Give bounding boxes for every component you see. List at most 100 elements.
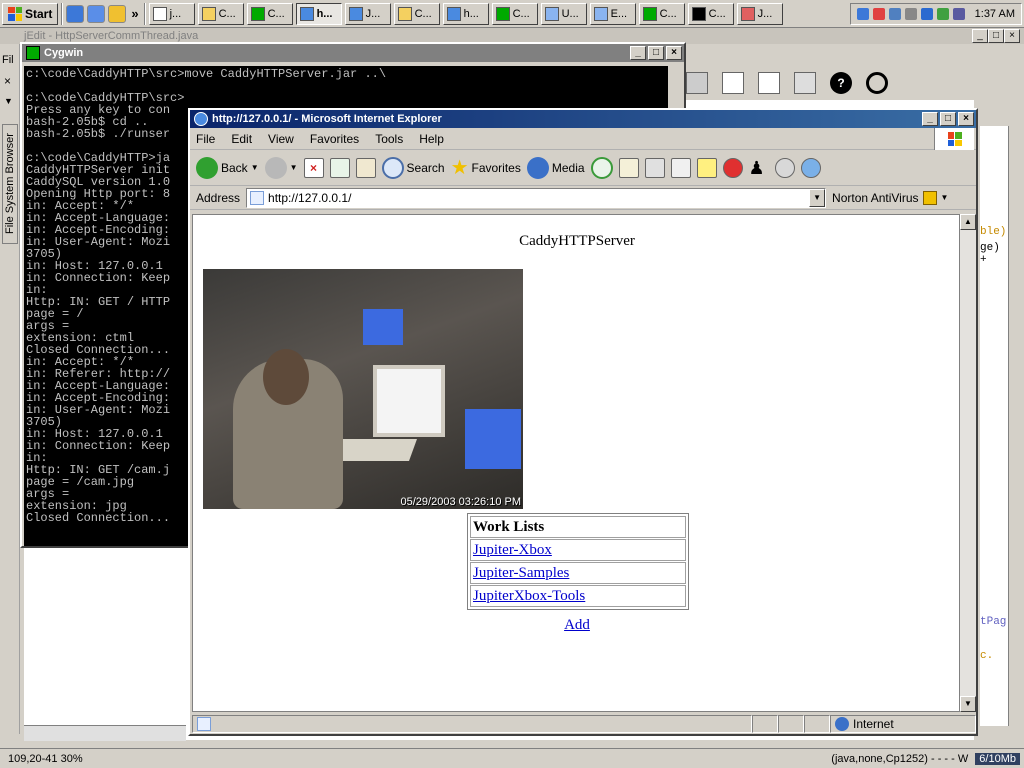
page-heading: CaddyHTTPServer — [519, 233, 635, 249]
close-button[interactable]: × — [1004, 29, 1020, 43]
cygwin-icon — [642, 6, 657, 21]
media-button[interactable]: Media — [526, 156, 585, 179]
ie-vertical-scrollbar[interactable]: ▲ ▼ — [960, 214, 976, 712]
document-icon[interactable] — [758, 72, 780, 94]
print-icon[interactable] — [644, 157, 665, 178]
menu-favorites[interactable]: Favorites — [310, 132, 359, 146]
table-row: Jupiter-Xbox — [470, 539, 686, 561]
worklist-link-jupiter-xbox[interactable]: Jupiter-Xbox — [473, 542, 552, 559]
stop-icon[interactable]: × — [303, 157, 324, 178]
maximize-button[interactable]: □ — [988, 29, 1004, 43]
add-link[interactable]: Add — [564, 617, 590, 633]
taskbar-button-label: C... — [267, 7, 285, 20]
help-icon[interactable]: ? — [830, 72, 852, 94]
minimize-button[interactable]: _ — [630, 46, 646, 60]
jedit-horizontal-scrollbar[interactable] — [24, 725, 186, 741]
favorites-button[interactable]: ★ Favorites — [451, 155, 521, 180]
taskbar-button-folder[interactable]: C... — [393, 2, 440, 25]
taskbar-button-cygwin[interactable]: C... — [491, 2, 538, 25]
messenger-icon[interactable] — [774, 157, 795, 178]
menu-view[interactable]: View — [268, 132, 294, 146]
address-input[interactable]: http://127.0.0.1/ ▼ — [246, 187, 827, 208]
taskbar-button-label: j... — [169, 7, 182, 20]
plugin-icon[interactable] — [794, 72, 816, 94]
minimize-button[interactable]: _ — [972, 29, 988, 43]
page-icon — [197, 717, 211, 731]
ie-statusbar: Internet — [192, 714, 976, 734]
scroll-up-arrow[interactable]: ▲ — [960, 214, 976, 230]
address-dropdown-button[interactable]: ▼ — [809, 188, 826, 207]
menu-tools[interactable]: Tools — [375, 132, 403, 146]
history-icon[interactable] — [590, 156, 613, 179]
chevron-down-icon[interactable]: ▼ — [4, 96, 13, 106]
file-system-browser-tab[interactable]: File System Browser — [2, 124, 18, 244]
scroll-down-arrow[interactable]: ▼ — [960, 696, 976, 712]
taskbar-button-command-prompt[interactable]: C... — [687, 2, 734, 25]
windows-logo-icon — [947, 132, 962, 146]
menu-file[interactable]: File — [196, 132, 215, 146]
close-button[interactable]: × — [666, 46, 682, 60]
tray-app-icon[interactable] — [936, 7, 949, 20]
home-icon[interactable] — [355, 157, 376, 178]
ie-page-viewport[interactable]: CaddyHTTPServer 05/29/2003 03:26:10 PM W… — [192, 214, 960, 712]
mail-icon[interactable] — [618, 157, 639, 178]
refresh-icon[interactable] — [329, 157, 350, 178]
side-menu-fragment[interactable]: Fil — [2, 54, 14, 66]
person-icon[interactable]: ♟ — [749, 158, 769, 178]
taskbar-button-label: J... — [365, 7, 381, 20]
speaker-icon[interactable] — [904, 7, 917, 20]
pencil-quicklaunch-icon[interactable] — [108, 4, 127, 23]
norton-antivirus-button[interactable]: Norton AntiVirus ▼ — [832, 190, 948, 205]
ie-icon — [194, 112, 208, 126]
ie-quicklaunch-icon[interactable] — [66, 4, 85, 23]
maximize-button[interactable]: □ — [648, 46, 664, 60]
jedit-vertical-scrollbar[interactable] — [1008, 126, 1022, 726]
taskbar-button-java[interactable]: J... — [736, 2, 783, 25]
yahoo-icon[interactable] — [722, 157, 743, 178]
worklist-link-jupiterxbox-tools[interactable]: JupiterXbox-Tools — [473, 588, 585, 605]
network-icon[interactable] — [856, 7, 869, 20]
taskbar-button-ie-active[interactable]: h... — [295, 2, 342, 25]
taskbar-button-jedit[interactable]: j... — [148, 2, 195, 25]
menu-help[interactable]: Help — [419, 132, 444, 146]
start-button[interactable]: Start — [2, 2, 59, 25]
taskbar-button-document[interactable]: U... — [540, 2, 587, 25]
taskbar-button-ie[interactable]: J... — [344, 2, 391, 25]
cam-scene-shape — [373, 365, 445, 437]
clock[interactable]: 1:37 AM — [975, 8, 1015, 20]
monitor-icon[interactable] — [952, 7, 965, 20]
quicklaunch-more-button[interactable]: » — [129, 6, 140, 21]
buddies-icon[interactable] — [800, 157, 821, 178]
pane-icon[interactable] — [686, 72, 708, 94]
taskbar: Start » j... C... C... h... J... C... h.… — [0, 0, 1024, 28]
taskbar-button-ie[interactable]: h... — [442, 2, 489, 25]
taskbar-button-document[interactable]: E... — [589, 2, 636, 25]
status-cell — [804, 715, 830, 733]
antivirus-icon[interactable] — [872, 7, 885, 20]
magnifier-icon[interactable] — [920, 7, 933, 20]
taskbar-separator — [143, 2, 146, 25]
memory-indicator[interactable]: 6/10Mb — [975, 752, 1020, 765]
outlook-quicklaunch-icon[interactable] — [87, 4, 106, 23]
minimize-button[interactable]: _ — [922, 112, 938, 126]
display-icon[interactable] — [888, 7, 901, 20]
cygwin-icon — [495, 6, 510, 21]
taskbar-button-folder[interactable]: C... — [197, 2, 244, 25]
forward-button[interactable]: ▼ — [264, 156, 298, 179]
close-icon[interactable]: × — [4, 74, 11, 88]
search-button[interactable]: Search — [381, 156, 445, 179]
maximize-button[interactable]: □ — [940, 112, 956, 126]
back-button[interactable]: Back ▼ — [196, 156, 259, 179]
taskbar-button-cygwin[interactable]: C... — [246, 2, 293, 25]
cygwin-icon — [250, 6, 265, 21]
worklist-link-jupiter-samples[interactable]: Jupiter-Samples — [473, 565, 569, 582]
stop-icon[interactable] — [866, 72, 888, 94]
close-button[interactable]: × — [958, 112, 974, 126]
edit-icon[interactable] — [670, 157, 691, 178]
taskbar-button-cygwin[interactable]: C... — [638, 2, 685, 25]
security-zone[interactable]: Internet — [830, 715, 976, 733]
menu-edit[interactable]: Edit — [231, 132, 252, 146]
note-icon[interactable] — [696, 157, 717, 178]
document-icon[interactable] — [722, 72, 744, 94]
status-right-group: (java,none,Cp1252) - - - - W 6/10Mb — [827, 752, 1020, 765]
